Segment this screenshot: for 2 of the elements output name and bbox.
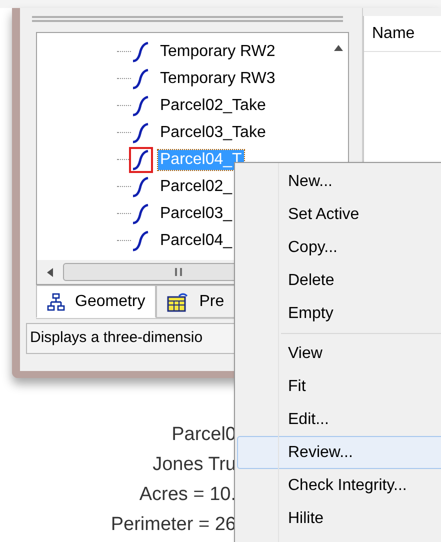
document-text: Acres = 10.	[139, 483, 236, 507]
document-text: Parcel0	[172, 423, 236, 447]
